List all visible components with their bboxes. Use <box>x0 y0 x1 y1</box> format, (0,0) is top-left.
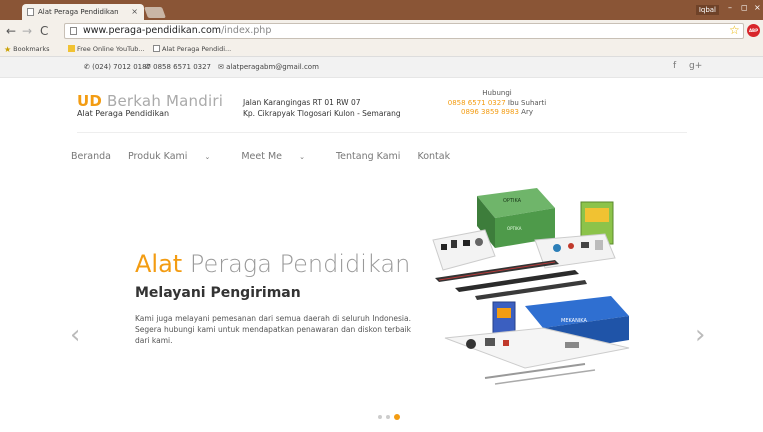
header-divider <box>77 132 687 133</box>
bookmark-item[interactable]: Alat Peraga Pendidi... <box>153 45 231 53</box>
box-label-mekanika: MEKANIKA <box>561 318 587 324</box>
new-tab-button[interactable] <box>143 7 167 18</box>
page-icon <box>27 8 34 16</box>
profile-button[interactable]: Iqbal <box>695 5 719 15</box>
browser-titlebar: Alat Peraga Pendidikan × Iqbal – ◻ × <box>0 0 763 20</box>
address-bar[interactable]: www.peraga-pendidikan.com/index.php <box>64 23 744 39</box>
reload-icon[interactable]: C <box>40 24 48 38</box>
google-plus-icon[interactable]: g+ <box>689 61 702 71</box>
browser-tab[interactable]: Alat Peraga Pendidikan × <box>22 4 144 20</box>
url-path: /index.php <box>221 25 272 36</box>
minimize-icon[interactable]: – <box>728 3 732 12</box>
chevron-down-icon: ⌄ <box>299 153 305 161</box>
phone-icon: ✆ <box>145 63 151 71</box>
phone-contact[interactable]: ✆ (024) 7012 0187 <box>84 63 151 71</box>
envelope-icon: ✉ <box>218 63 224 71</box>
slide-dot[interactable] <box>378 415 382 419</box>
slider-next-arrow[interactable]: › <box>695 320 705 350</box>
nav-item-meet-me[interactable]: Meet Me ⌄ <box>241 151 319 162</box>
bookmarks-menu[interactable]: ★ Bookmarks <box>4 45 50 54</box>
adblock-icon[interactable]: ABP <box>747 24 760 37</box>
back-icon[interactable]: ← <box>6 24 16 38</box>
slider-pagination <box>378 404 404 423</box>
star-icon: ★ <box>4 45 12 54</box>
url-domain: www.peraga-pendidikan.com <box>83 25 222 36</box>
facebook-icon[interactable]: f <box>673 61 676 71</box>
slide-dot-active[interactable] <box>394 414 400 420</box>
site-topbar: ✆ (024) 7012 0187 ✆ 0858 6571 0327 ✉ ala… <box>0 57 763 78</box>
phone-icon: ✆ <box>84 63 90 71</box>
close-window-icon[interactable]: × <box>754 3 761 12</box>
bookmark-star-icon[interactable]: ☆ <box>729 23 740 37</box>
hero-subtitle: Melayani Pengiriman <box>135 285 301 301</box>
tab-close-icon[interactable]: × <box>131 7 138 16</box>
contact-info: Hubungi 0858 6571 0327 Ibu Suharti 0896 … <box>447 89 547 116</box>
box-label-optika: OPTIKA <box>503 198 522 204</box>
main-nav: Beranda Produk Kami ⌄ Meet Me ⌄ Tentang … <box>71 151 464 162</box>
folder-icon <box>68 45 75 52</box>
bookmarks-bar: ★ Bookmarks Free Online YouTub... Alat Pe… <box>0 42 763 57</box>
browser-toolbar: ← → C www.peraga-pendidikan.com/index.ph… <box>0 20 763 42</box>
page-icon <box>153 45 160 52</box>
mobile-contact[interactable]: ✆ 0858 6571 0327 <box>145 63 211 71</box>
nav-item-beranda[interactable]: Beranda <box>71 151 111 162</box>
nav-item-produk-kami[interactable]: Produk Kami ⌄ <box>128 151 224 162</box>
product-image: OPTIKA OPTIKA MEKANIKA <box>432 188 630 385</box>
slide-dot[interactable] <box>386 415 390 419</box>
tab-title: Alat Peraga Pendidikan <box>38 8 119 16</box>
nav-item-kontak[interactable]: Kontak <box>417 151 450 162</box>
hero-description: Kami juga melayani pemesanan dari semua … <box>135 314 411 345</box>
page-icon <box>70 27 77 35</box>
box-label-optika-front: OPTIKA <box>507 226 522 231</box>
slider-prev-arrow[interactable]: ‹ <box>70 320 80 350</box>
hero-title: Alat Peraga Pendidikan <box>135 250 411 278</box>
chevron-down-icon: ⌄ <box>204 153 211 161</box>
bookmark-item[interactable]: Free Online YouTub... <box>68 45 145 53</box>
site-tagline: Alat Peraga Pendidikan <box>77 109 170 118</box>
forward-icon[interactable]: → <box>22 24 32 38</box>
email-contact[interactable]: ✉ alatperagabm@gmail.com <box>218 63 319 71</box>
site-logo[interactable]: UD Berkah Mandiri <box>77 92 223 110</box>
address: Jalan Karangingas RT 01 RW 07 Kp. Cikrap… <box>243 98 401 118</box>
nav-item-tentang-kami[interactable]: Tentang Kami <box>336 151 400 162</box>
restore-icon[interactable]: ◻ <box>741 3 748 12</box>
